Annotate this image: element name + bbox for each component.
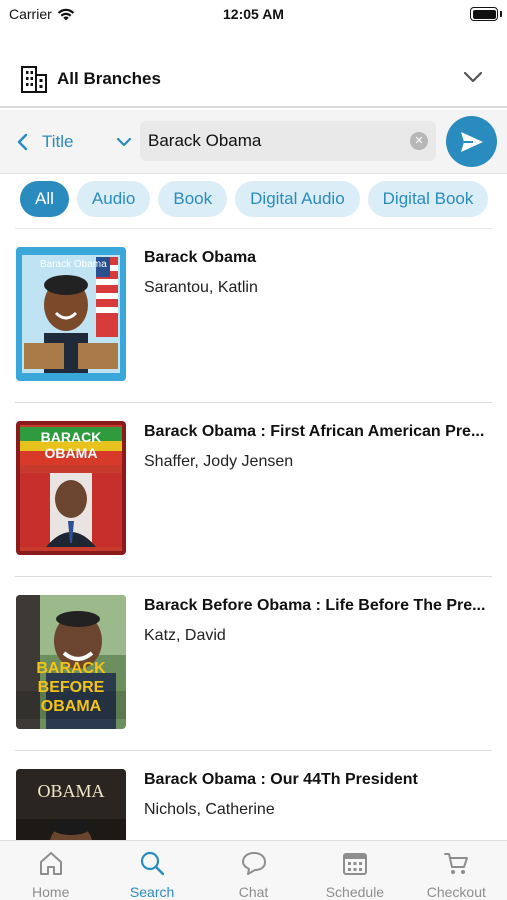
cover-title: Barack Obama	[40, 259, 107, 270]
tab-label: Chat	[238, 884, 269, 900]
battery-icon	[470, 7, 498, 21]
book-cover[interactable]: BARACK OBAMA	[16, 421, 126, 555]
result-title[interactable]: Barack Obama	[144, 249, 492, 267]
search-input[interactable]	[148, 121, 403, 161]
cover-art	[16, 769, 126, 840]
cover-title: BARACK OBAMA	[40, 429, 102, 461]
chevron-down-icon[interactable]	[116, 136, 132, 148]
status-time: 12:05 AM	[223, 6, 284, 22]
clear-icon[interactable]: ✕	[410, 132, 428, 150]
tab-label: Checkout	[426, 884, 486, 900]
home-icon	[39, 852, 62, 875]
chat-icon	[241, 852, 266, 875]
calendar-icon	[342, 853, 367, 875]
filter-chip-audio[interactable]: Audio	[76, 181, 151, 217]
format-filters: All Audio Book Digital Audio Digital Book	[20, 181, 507, 217]
filter-chip-book[interactable]: Book	[158, 181, 228, 217]
result-author: Nichols, Catherine	[144, 801, 275, 818]
result-author: Katz, David	[144, 627, 226, 644]
building-icon	[21, 66, 47, 93]
result-author: Shaffer, Jody Jensen	[144, 453, 294, 470]
list-item[interactable]: Barack Obama Barack Obama Sarantou, Katl…	[15, 229, 492, 403]
tab-label: Schedule	[325, 884, 385, 900]
search-field-type[interactable]: Title	[42, 132, 74, 152]
battery-cap	[500, 11, 502, 17]
result-title[interactable]: Barack Obama : Our 44Th President	[144, 771, 492, 789]
tab-checkout[interactable]: Checkout	[406, 841, 507, 900]
list-item[interactable]: OBAMA Barack Obama : Our 44Th President …	[15, 751, 492, 840]
book-cover[interactable]: BARACK BEFORE OBAMA	[16, 595, 126, 729]
tab-schedule[interactable]: Schedule	[304, 841, 405, 900]
results-list: Barack Obama Barack Obama Sarantou, Katl…	[0, 229, 507, 840]
tab-home[interactable]: Home	[0, 841, 101, 900]
tab-chat[interactable]: Chat	[203, 841, 304, 900]
branch-label: All Branches	[57, 69, 161, 88]
tab-bar: Home Search Chat Schedule Checkout	[0, 840, 507, 900]
filter-chip-all[interactable]: All	[20, 181, 69, 217]
send-icon	[460, 131, 483, 152]
search-icon	[141, 851, 165, 876]
search-box: ✕	[140, 121, 436, 161]
list-item[interactable]: BARACK BEFORE OBAMA Barack Before Obama …	[15, 577, 492, 751]
chevron-down-icon[interactable]	[463, 70, 483, 84]
chevron-left-icon[interactable]	[16, 133, 28, 151]
filter-chip-digital-book[interactable]: Digital Book	[367, 181, 489, 217]
list-item[interactable]: BARACK OBAMA Barack Obama : First Africa…	[15, 403, 492, 577]
branch-selector[interactable]: All Branches	[0, 50, 507, 108]
search-submit-button[interactable]	[446, 116, 497, 167]
tab-search[interactable]: Search	[101, 841, 202, 900]
status-bar: Carrier 12:05 AM	[0, 0, 507, 30]
tab-label: Home	[32, 884, 70, 900]
cover-title: OBAMA	[37, 781, 105, 801]
result-title[interactable]: Barack Obama : First African American Pr…	[144, 423, 492, 441]
cover-title: BARACK BEFORE OBAMA	[36, 660, 106, 715]
result-author: Sarantou, Katlin	[144, 279, 258, 296]
cart-icon	[444, 853, 469, 874]
filter-chip-digital-audio[interactable]: Digital Audio	[235, 181, 360, 217]
tab-label: Search	[129, 884, 175, 900]
search-bar: Title ✕	[0, 110, 507, 174]
book-cover[interactable]: OBAMA	[16, 769, 126, 840]
book-cover[interactable]: Barack Obama	[16, 247, 126, 381]
result-title[interactable]: Barack Before Obama : Life Before The Pr…	[144, 597, 492, 615]
